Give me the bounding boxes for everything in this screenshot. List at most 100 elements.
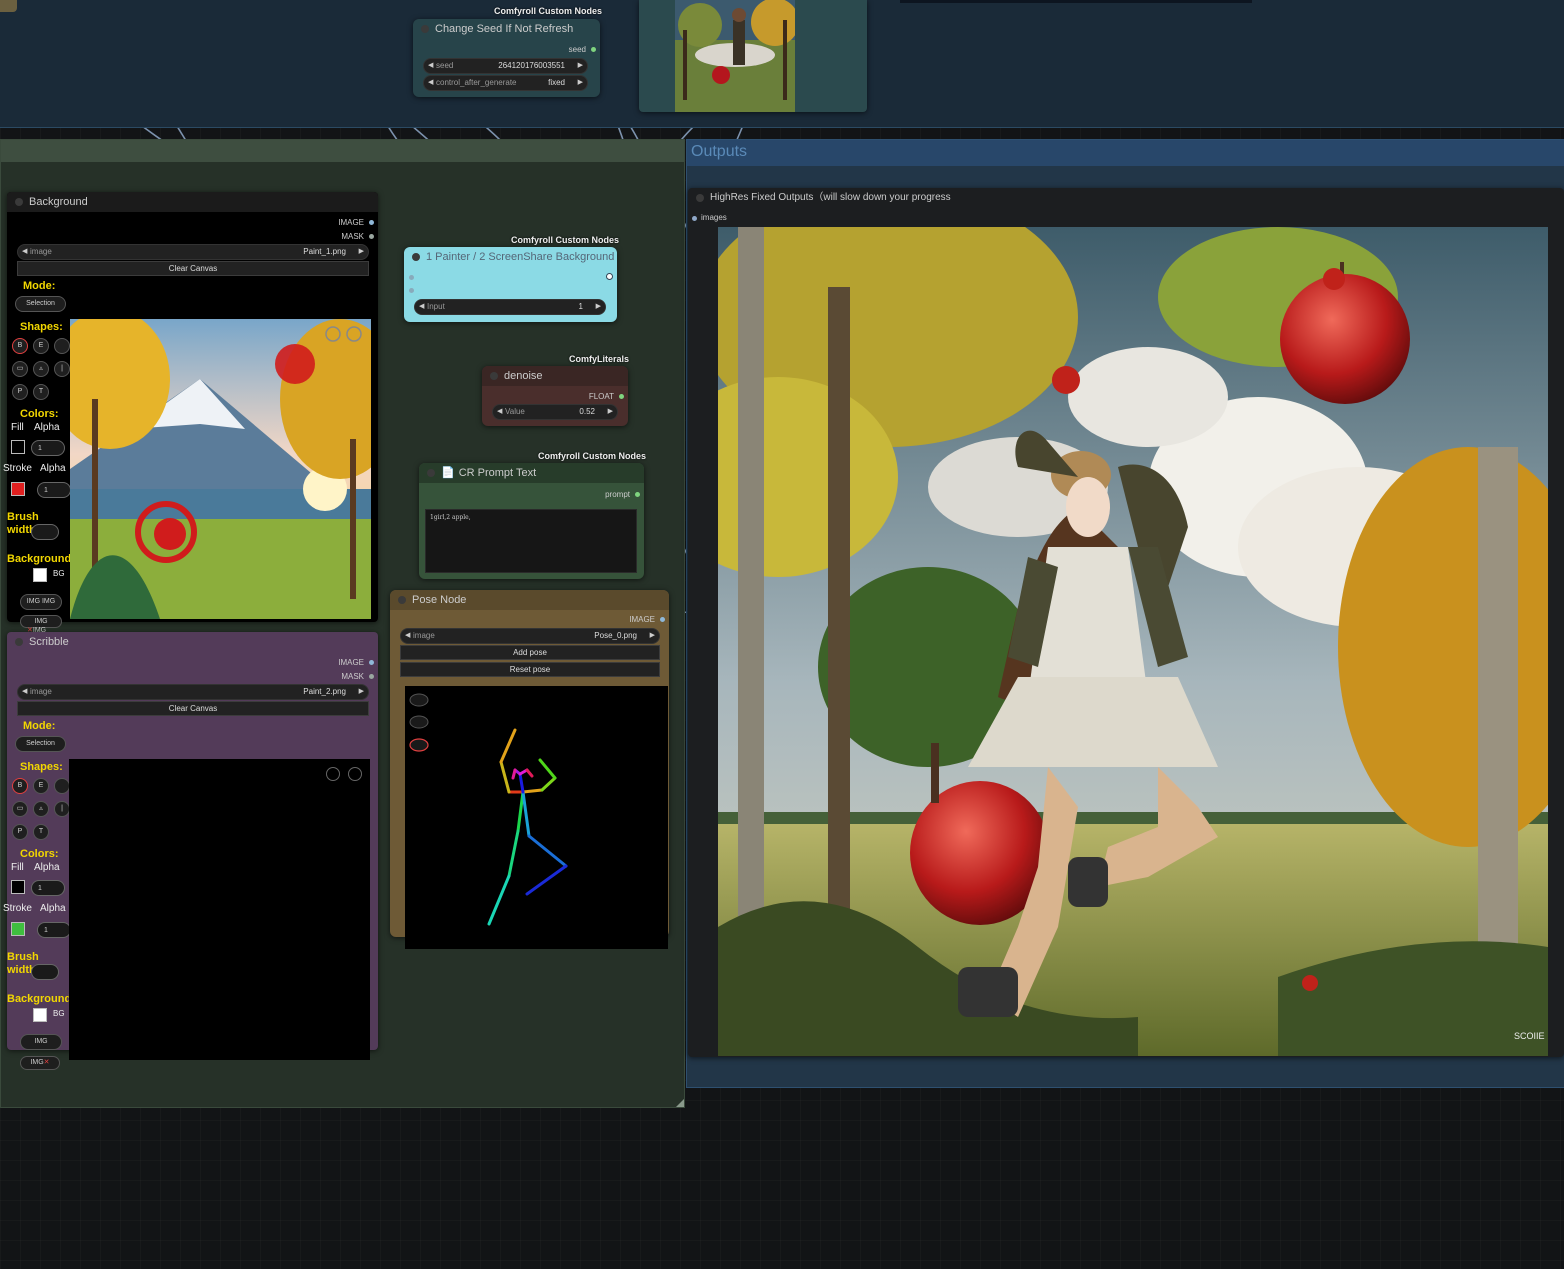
scribble-undo-icon[interactable] [326, 767, 340, 781]
scribble-shape-ellipse[interactable]: E [33, 778, 49, 794]
scribble-stroke-label: Stroke [3, 903, 32, 914]
scribble-img-button-1[interactable]: IMG [20, 1034, 62, 1050]
background-shape-polygon[interactable]: P [12, 384, 28, 400]
pose-canvas[interactable] [405, 686, 668, 949]
scribble-image-next[interactable]: ▶ [359, 685, 364, 699]
seed-increment-arrow[interactable]: ▶ [578, 59, 583, 73]
background-shape-line[interactable]: | [54, 361, 70, 377]
background-img-button-1[interactable]: IMG IMG [20, 594, 62, 610]
scribble-shape-triangle[interactable]: ▵ [33, 801, 49, 817]
pose-image-prev[interactable]: ◀ [405, 629, 410, 643]
scribble-output-image-dot[interactable] [369, 660, 374, 665]
scribble-img-button-2[interactable]: IMG✕ [20, 1056, 60, 1070]
scribble-stroke-alpha[interactable]: 1 [37, 922, 71, 938]
pose-image-widget[interactable]: ◀ image Pose_0.png ▶ [400, 628, 660, 644]
cr-prompt-text-node[interactable]: 📄 CR Prompt Text prompt 1girl,2 apple, [419, 463, 644, 579]
pose-delete-icon[interactable] [409, 738, 429, 752]
pose-redo-icon[interactable] [409, 715, 429, 729]
background-shape-brush[interactable]: B [12, 338, 28, 354]
change-seed-node[interactable]: Change Seed If Not Refresh seed ◀ seed 2… [413, 19, 600, 97]
scribble-image-value: Paint_2.png [303, 687, 346, 696]
painter-input-1-dot[interactable] [409, 275, 414, 280]
background-image-prev[interactable]: ◀ [22, 245, 27, 259]
background-shape-text[interactable]: T [33, 384, 49, 400]
painter-input-widget[interactable]: ◀ Input 1 ▶ [414, 299, 606, 315]
painter-screenshare-node[interactable]: 1 Painter / 2 ScreenShare Background ◀ I… [404, 247, 617, 322]
denoise-output-dot[interactable] [619, 394, 624, 399]
background-brush-width-input[interactable] [31, 524, 59, 540]
seed-decrement-arrow[interactable]: ◀ [428, 59, 433, 73]
add-pose-button[interactable]: Add pose [400, 645, 660, 660]
scribble-shape-polygon[interactable]: P [12, 824, 28, 840]
background-shape-triangle[interactable]: ▵ [33, 361, 49, 377]
scribble-img-close-icon[interactable]: ✕ [44, 1059, 50, 1066]
background-node[interactable]: Background IMAGE MASK ◀ image Paint_1.pn… [3, 192, 378, 622]
scribble-stroke-swatch[interactable] [11, 922, 25, 936]
denoise-node[interactable]: denoise FLOAT ◀ Value 0.52 ▶ [482, 366, 628, 426]
top-preview-node[interactable] [639, 0, 867, 112]
background-stroke-swatch[interactable] [11, 482, 25, 496]
background-stroke-alpha[interactable]: 1 [37, 482, 71, 498]
control-decrement-arrow[interactable]: ◀ [428, 76, 433, 90]
background-canvas[interactable] [70, 319, 371, 619]
images-input-dot[interactable] [692, 216, 697, 221]
background-shape-circle[interactable] [54, 338, 70, 354]
scribble-mode-selection[interactable]: Selection [15, 736, 66, 752]
background-shape-ellipse[interactable]: E [33, 338, 49, 354]
scribble-output-mask-dot[interactable] [369, 674, 374, 679]
scribble-output-image: IMAGE [338, 658, 364, 667]
painter-input-next[interactable]: ▶ [596, 300, 601, 314]
background-output-image-dot[interactable] [369, 220, 374, 225]
scribble-fill-alpha[interactable]: 1 [31, 880, 65, 896]
denoise-node-title: denoise [482, 366, 628, 386]
painter-output-dot[interactable] [606, 273, 613, 280]
pose-undo-icon[interactable] [409, 693, 429, 707]
background-clear-canvas-button[interactable]: Clear Canvas [17, 261, 369, 276]
background-image-next[interactable]: ▶ [359, 245, 364, 259]
denoise-value-decrement[interactable]: ◀ [497, 405, 502, 419]
inputs-group-header [1, 140, 684, 162]
background-output-mask-dot[interactable] [369, 234, 374, 239]
scribble-bg-label: BG [53, 1009, 65, 1018]
scribble-brush-width-input[interactable] [31, 964, 59, 980]
scribble-node[interactable]: Scribble IMAGE MASK ◀ image Paint_2.png … [3, 632, 378, 1060]
control-increment-arrow[interactable]: ▶ [578, 76, 583, 90]
scribble-shape-rect[interactable]: ▭ [12, 801, 28, 817]
scribble-canvas[interactable] [69, 759, 370, 1060]
seed-widget[interactable]: ◀ seed 264120176003551 ▶ [423, 58, 588, 74]
prompt-textarea[interactable]: 1girl,2 apple, [425, 509, 637, 573]
prompt-node-title: 📄 CR Prompt Text [419, 463, 644, 483]
scribble-bg-checkbox[interactable] [33, 1008, 47, 1022]
scribble-shape-line[interactable]: | [54, 801, 70, 817]
scribble-image-widget[interactable]: ◀ image Paint_2.png ▶ [17, 684, 369, 700]
painter-input-prev[interactable]: ◀ [419, 300, 424, 314]
denoise-value-increment[interactable]: ▶ [608, 405, 613, 419]
seed-output-dot[interactable] [591, 47, 596, 52]
scribble-shape-text[interactable]: T [33, 824, 49, 840]
scribble-shapes-label: Shapes: [20, 761, 63, 773]
background-alpha-label: Alpha [34, 422, 60, 433]
outputs-group-title: Outputs [691, 143, 748, 160]
pose-image-next[interactable]: ▶ [650, 629, 655, 643]
denoise-output-label: FLOAT [588, 392, 614, 401]
background-image-widget[interactable]: ◀ image Paint_1.png ▶ [17, 244, 369, 260]
prompt-output-dot[interactable] [635, 492, 640, 497]
background-shape-rect[interactable]: ▭ [12, 361, 28, 377]
denoise-value-widget[interactable]: ◀ Value 0.52 ▶ [492, 404, 618, 420]
painter-input-2-dot[interactable] [409, 288, 414, 293]
background-fill-alpha[interactable]: 1 [31, 440, 65, 456]
control-after-generate-widget[interactable]: ◀ control_after_generate fixed ▶ [423, 75, 588, 91]
scribble-clear-canvas-button[interactable]: Clear Canvas [17, 701, 369, 716]
scribble-fill-swatch[interactable] [11, 880, 25, 894]
scribble-shape-brush[interactable]: B [12, 778, 28, 794]
inputs-group-resize-handle[interactable] [676, 1099, 684, 1107]
pose-output-dot[interactable] [660, 617, 665, 622]
scribble-image-prev[interactable]: ◀ [22, 685, 27, 699]
scribble-shape-circle[interactable] [54, 778, 70, 794]
background-mode-selection[interactable]: Selection [15, 296, 66, 312]
background-fill-swatch[interactable] [11, 440, 25, 454]
top-left-corner-node[interactable] [0, 0, 17, 12]
reset-pose-button[interactable]: Reset pose [400, 662, 660, 677]
background-bg-checkbox[interactable] [33, 568, 47, 582]
scribble-redo-icon[interactable] [348, 767, 362, 781]
